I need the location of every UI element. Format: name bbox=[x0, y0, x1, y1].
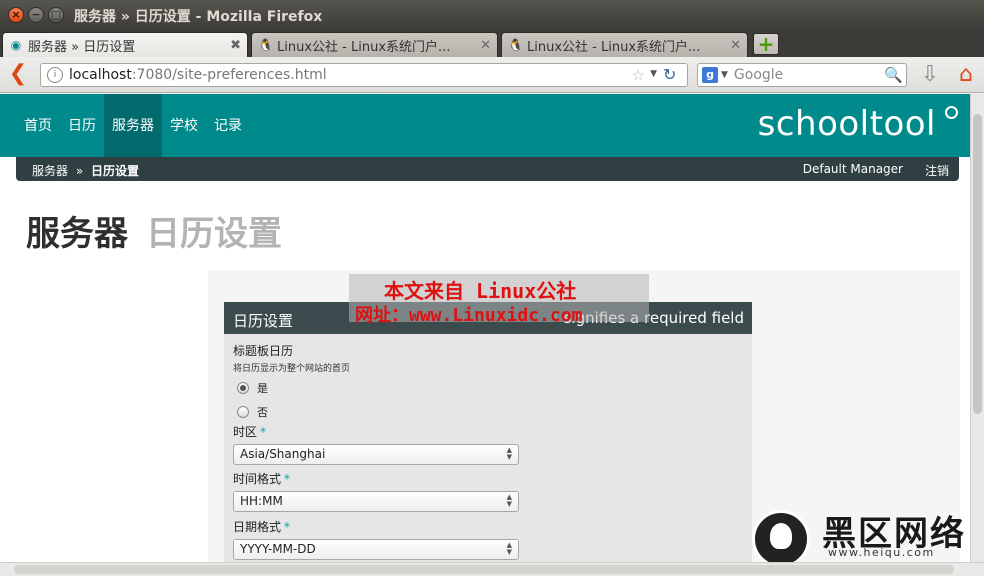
select-value: YYYY-MM-DD bbox=[240, 542, 316, 556]
vertical-scrollbar[interactable] bbox=[970, 94, 984, 562]
watermark-line1: 本文来自 Linux公社 bbox=[384, 279, 577, 303]
time-format-select[interactable]: HH:MM ▲ ▼ bbox=[233, 491, 519, 512]
time-format-field: 时间格式 * HH:MM ▲ ▼ bbox=[233, 470, 519, 512]
field-label: 时间格式 * bbox=[233, 470, 519, 487]
page-title: 服务器 日历设置 bbox=[26, 206, 282, 255]
select-arrows-icon: ▲ ▼ bbox=[506, 446, 512, 461]
site-header: 首页 日历 服务器 学校 记录 schooltool bbox=[0, 94, 970, 157]
form-title: 日历设置 bbox=[233, 312, 294, 330]
window-controls: × − □ bbox=[8, 7, 64, 23]
schooltool-favicon-icon: ◉ bbox=[10, 38, 22, 52]
close-tab-icon[interactable]: ✕ bbox=[480, 38, 491, 53]
nav-server[interactable]: 服务器 bbox=[104, 94, 162, 157]
tab-linuxidc-1[interactable]: 🐧 Linux公社 - Linux系统门户... ✕ bbox=[251, 32, 498, 57]
page-title-sub: 日历设置 bbox=[146, 214, 282, 254]
tux-favicon-icon: 🐧 bbox=[508, 38, 523, 52]
watermark-line2: 网址：www.Linuxidc.com bbox=[355, 305, 583, 326]
tux-favicon-icon: 🐧 bbox=[258, 38, 273, 52]
navigation-toolbar: ❮ i localhost :7080/site-preferences.htm… bbox=[0, 57, 984, 93]
site-identity-icon[interactable]: i bbox=[47, 67, 63, 83]
window-titlebar: × − □ 服务器 » 日历设置 - Mozilla Firefox bbox=[0, 0, 984, 30]
tab-bar: ◉ 服务器 » 日历设置 ✖ 🐧 Linux公社 - Linux系统门户... … bbox=[0, 30, 984, 57]
select-arrows-icon: ▲ ▼ bbox=[506, 541, 512, 556]
heiqu-logo-watermark: 黑区网络 www.heiqu.com bbox=[752, 506, 968, 562]
tab-label: Linux公社 - Linux系统门户... bbox=[527, 39, 701, 55]
search-engine-dropdown-icon[interactable]: ▼ bbox=[721, 70, 728, 80]
tab-linuxidc-2[interactable]: 🐧 Linux公社 - Linux系统门户... ✕ bbox=[501, 32, 748, 57]
url-host: localhost bbox=[69, 67, 132, 83]
logout-link[interactable]: 注销 bbox=[925, 162, 949, 179]
date-format-select[interactable]: YYYY-MM-DD ▲ ▼ bbox=[233, 539, 519, 560]
breadcrumb-bar: 服务器 » 日历设置 Default Manager 注销 bbox=[16, 157, 959, 181]
heiqu-logo-icon bbox=[752, 510, 810, 562]
field-label: 标题板日历 bbox=[233, 344, 294, 358]
date-format-field: 日期格式 * YYYY-MM-DD ▲ ▼ bbox=[233, 518, 519, 560]
radio-label: 否 bbox=[257, 406, 268, 419]
field-label-text: 时区 bbox=[233, 425, 258, 439]
close-tab-icon[interactable]: ✖ bbox=[230, 38, 241, 53]
close-window-button[interactable]: × bbox=[8, 7, 24, 23]
maximize-window-button[interactable]: □ bbox=[48, 7, 64, 23]
radio-no[interactable] bbox=[237, 406, 249, 418]
back-button[interactable]: ❮ bbox=[6, 63, 30, 87]
search-bar[interactable]: g ▼ Google 🔍 bbox=[697, 63, 907, 87]
tab-label: Linux公社 - Linux系统门户... bbox=[277, 39, 451, 55]
nav-calendar[interactable]: 日历 bbox=[60, 94, 104, 157]
radio-label: 是 bbox=[257, 382, 268, 395]
search-icon[interactable]: 🔍 bbox=[884, 66, 903, 84]
tab-label: 服务器 » 日历设置 bbox=[28, 39, 136, 55]
field-hint: 将日历显示为整个网站的首页 bbox=[233, 364, 351, 374]
url-bar[interactable]: i localhost :7080/site-preferences.html … bbox=[40, 63, 688, 87]
bookmark-star-icon[interactable]: ☆ bbox=[632, 66, 645, 84]
required-star: * bbox=[260, 425, 267, 439]
breadcrumb-parent[interactable]: 服务器 bbox=[32, 164, 68, 178]
user-links: Default Manager 注销 bbox=[803, 162, 949, 179]
frontpage-calendar-field: 标题板日历 将日历显示为整个网站的首页 是 否 bbox=[233, 342, 350, 420]
search-input[interactable]: Google bbox=[734, 67, 884, 83]
required-star: * bbox=[284, 472, 291, 486]
minimize-window-button[interactable]: − bbox=[28, 7, 44, 23]
radio-option-yes[interactable]: 是 bbox=[233, 380, 350, 396]
nav-records[interactable]: 记录 bbox=[206, 94, 250, 157]
scroll-thumb[interactable] bbox=[14, 565, 954, 574]
nav-home[interactable]: 首页 bbox=[16, 94, 60, 157]
timezone-field: 时区 * Asia/Shanghai ▲ ▼ bbox=[233, 423, 519, 465]
timezone-select[interactable]: Asia/Shanghai ▲ ▼ bbox=[233, 444, 519, 465]
page-title-main: 服务器 bbox=[26, 214, 128, 254]
breadcrumb: 服务器 » 日历设置 bbox=[32, 162, 139, 179]
field-label-text: 时间格式 bbox=[233, 472, 282, 486]
select-value: HH:MM bbox=[240, 494, 283, 508]
main-nav: 首页 日历 服务器 学校 记录 bbox=[16, 94, 250, 157]
url-history-dropdown-icon[interactable]: ▼ bbox=[650, 69, 657, 79]
required-star: * bbox=[284, 520, 291, 534]
power-icon bbox=[945, 106, 958, 119]
page-viewport: 首页 日历 服务器 学校 记录 schooltool 服务器 » 日历设置 De… bbox=[0, 94, 970, 562]
select-value: Asia/Shanghai bbox=[240, 447, 326, 461]
preferences-form: 日历设置 *signifies a required field 标题板日历 将… bbox=[224, 302, 752, 562]
window-title: 服务器 » 日历设置 - Mozilla Firefox bbox=[74, 9, 323, 25]
close-tab-icon[interactable]: ✕ bbox=[730, 38, 741, 53]
breadcrumb-separator: » bbox=[75, 164, 84, 178]
field-label: 日期格式 * bbox=[233, 518, 519, 535]
tab-site-preferences[interactable]: ◉ 服务器 » 日历设置 ✖ bbox=[2, 32, 248, 57]
url-path: :7080/site-preferences.html bbox=[131, 67, 327, 83]
new-tab-button[interactable]: + bbox=[753, 33, 779, 55]
field-label: 时区 * bbox=[233, 423, 519, 440]
field-label-text: 日期格式 bbox=[233, 520, 282, 534]
horizontal-scrollbar[interactable] bbox=[0, 562, 984, 576]
breadcrumb-current: 日历设置 bbox=[91, 164, 140, 178]
heiqu-logo-url: www.heiqu.com bbox=[828, 546, 935, 559]
google-engine-icon[interactable]: g bbox=[702, 67, 718, 83]
user-name-link[interactable]: Default Manager bbox=[803, 162, 903, 179]
reload-icon[interactable]: ↻ bbox=[663, 67, 681, 83]
radio-yes[interactable] bbox=[237, 382, 249, 394]
scroll-thumb[interactable] bbox=[973, 114, 982, 414]
home-icon[interactable]: ⌂ bbox=[953, 62, 979, 88]
download-icon[interactable]: ⇩ bbox=[918, 62, 942, 88]
nav-school[interactable]: 学校 bbox=[162, 94, 206, 157]
brand-logo[interactable]: schooltool bbox=[758, 104, 936, 144]
radio-option-no[interactable]: 否 bbox=[233, 404, 350, 420]
select-arrows-icon: ▲ ▼ bbox=[506, 493, 512, 508]
